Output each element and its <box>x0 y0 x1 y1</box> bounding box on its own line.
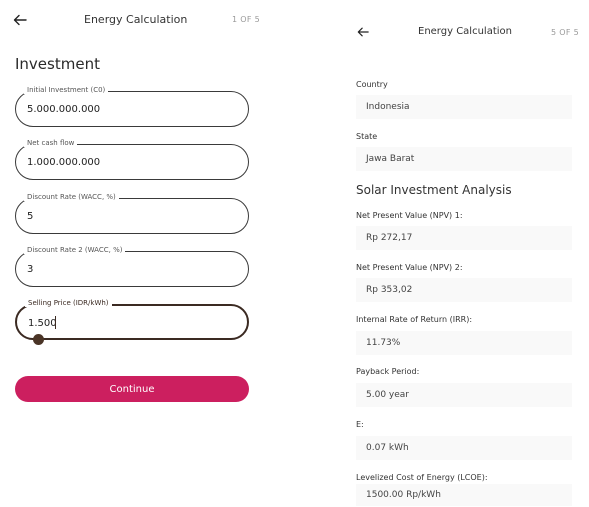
field-label: Discount Rate (WACC, %) <box>24 193 119 201</box>
field-value[interactable]: 5.000.000.000 <box>27 104 100 115</box>
text-cursor <box>55 316 56 329</box>
irr-label: Internal Rate of Return (IRR): <box>356 315 473 324</box>
lcoe-label: Levelized Cost of Energy (LCOE): <box>356 473 488 482</box>
field-label: Net cash flow <box>24 139 78 147</box>
section-title: Investment <box>15 55 100 73</box>
field-label: Discount Rate 2 (WACC, %) <box>24 246 126 254</box>
discount-rate-2-field[interactable]: Discount Rate 2 (WACC, %) 3 <box>15 246 249 287</box>
payback-period-label: Payback Period: <box>356 367 420 376</box>
section-title: Solar Investment Analysis <box>356 183 512 197</box>
npv1-value: Rp 272,17 <box>356 226 572 250</box>
field-value[interactable]: 3 <box>27 264 33 275</box>
continue-button[interactable]: Continue <box>15 376 249 402</box>
country-value: Indonesia <box>356 95 572 119</box>
step-indicator: 5 OF 5 <box>551 28 579 37</box>
selling-price-field[interactable]: Selling Price (IDR/kWh) 1.500 <box>15 299 249 340</box>
state-value: Jawa Barat <box>356 147 572 171</box>
back-arrow-icon[interactable] <box>357 26 371 40</box>
step-indicator: 1 OF 5 <box>232 15 260 24</box>
screen-investment-input: Energy Calculation 1 OF 5 Investment Ini… <box>0 0 300 507</box>
state-label: State <box>356 132 378 141</box>
irr-value: 11.73% <box>356 331 572 355</box>
npv2-value: Rp 353,02 <box>356 278 572 302</box>
field-value[interactable]: 1.500 <box>28 318 57 329</box>
net-cash-flow-field[interactable]: Net cash flow 1.000.000.000 <box>15 139 249 180</box>
payback-period-value: 5.00 year <box>356 383 572 407</box>
energy-value: 0.07 kWh <box>356 436 572 460</box>
npv1-label: Net Present Value (NPV) 1: <box>356 211 463 220</box>
npv2-label: Net Present Value (NPV) 2: <box>356 263 463 272</box>
back-arrow-icon[interactable] <box>13 13 27 27</box>
text-selection-handle[interactable] <box>33 334 44 345</box>
field-label: Selling Price (IDR/kWh) <box>25 299 112 307</box>
screen-results: Energy Calculation 5 OF 5 Country Indone… <box>340 0 589 507</box>
field-value[interactable]: 5 <box>27 211 33 222</box>
field-label: Initial Investment (C0) <box>24 86 109 94</box>
discount-rate-field[interactable]: Discount Rate (WACC, %) 5 <box>15 193 249 234</box>
country-label: Country <box>356 80 388 89</box>
field-value[interactable]: 1.000.000.000 <box>27 157 100 168</box>
initial-investment-field[interactable]: Initial Investment (C0) 5.000.000.000 <box>15 86 249 127</box>
header-title: Energy Calculation <box>418 26 512 37</box>
energy-label: E: <box>356 420 364 429</box>
header-title: Energy Calculation <box>84 13 188 26</box>
lcoe-value: 1500.00 Rp/kWh <box>356 484 572 506</box>
